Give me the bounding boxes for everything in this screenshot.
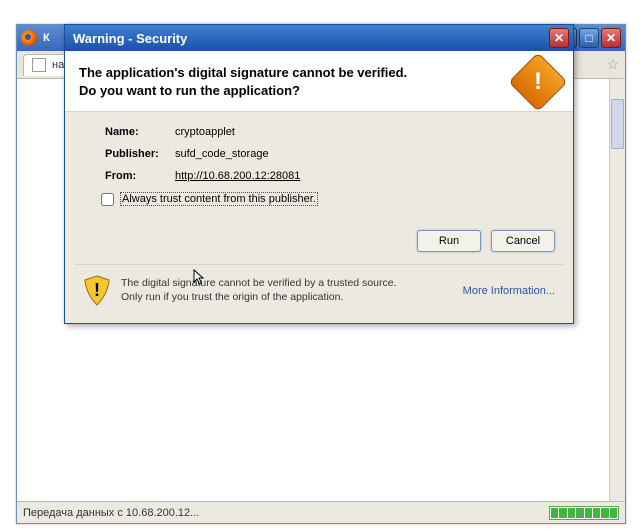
warning-icon: ! [508,52,567,111]
progress-indicator [549,506,619,520]
dialog-heading: The application's digital signature cann… [79,64,407,99]
status-text: Передача данных с 10.68.200.12... [23,507,199,519]
vertical-scrollbar[interactable] [609,79,625,501]
security-warning-dialog: Warning - Security ✕ The application's d… [64,24,574,324]
dialog-title: Warning - Security [73,31,187,46]
browser-close-button[interactable]: ✕ [601,28,621,48]
always-trust-row: Always trust content from this publisher… [101,192,555,206]
row-name: Name: cryptoapplet [105,126,555,138]
value-from[interactable]: http://10.68.200.12:28081 [175,170,300,182]
shield-icon: ! [83,275,111,307]
heading-line-1: The application's digital signature cann… [79,64,407,82]
always-trust-checkbox[interactable] [101,193,114,206]
dialog-body: Name: cryptoapplet Publisher: sufd_code_… [65,112,573,216]
dialog-button-row: Run Cancel [65,216,573,260]
heading-line-2: Do you want to run the application? [79,82,407,100]
bookmark-star-icon[interactable]: ☆ [606,56,619,73]
browser-maximize-button[interactable]: □ [579,28,599,48]
row-publisher: Publisher: sufd_code_storage [105,148,555,160]
always-trust-label[interactable]: Always trust content from this publisher… [120,192,318,206]
scrollbar-thumb[interactable] [611,99,624,149]
run-button[interactable]: Run [417,230,481,252]
browser-statusbar: Передача данных с 10.68.200.12... [17,501,625,523]
more-information-link[interactable]: More Information... [463,285,555,297]
dialog-footer: ! The digital signature cannot be verifi… [75,264,563,313]
cancel-button[interactable]: Cancel [491,230,555,252]
svg-text:!: ! [94,280,100,300]
label-publisher: Publisher: [105,148,175,160]
label-name: Name: [105,126,175,138]
dialog-header: The application's digital signature cann… [65,51,573,112]
firefox-icon [21,30,37,46]
footer-text: The digital signature cannot be verified… [121,277,411,304]
dialog-titlebar[interactable]: Warning - Security ✕ [65,25,573,51]
browser-title: К [43,32,50,44]
label-from: From: [105,170,175,182]
row-from: From: http://10.68.200.12:28081 [105,170,555,182]
value-name: cryptoapplet [175,126,235,138]
page-icon [32,58,46,72]
dialog-close-button[interactable]: ✕ [549,28,569,48]
value-publisher: sufd_code_storage [175,148,269,160]
